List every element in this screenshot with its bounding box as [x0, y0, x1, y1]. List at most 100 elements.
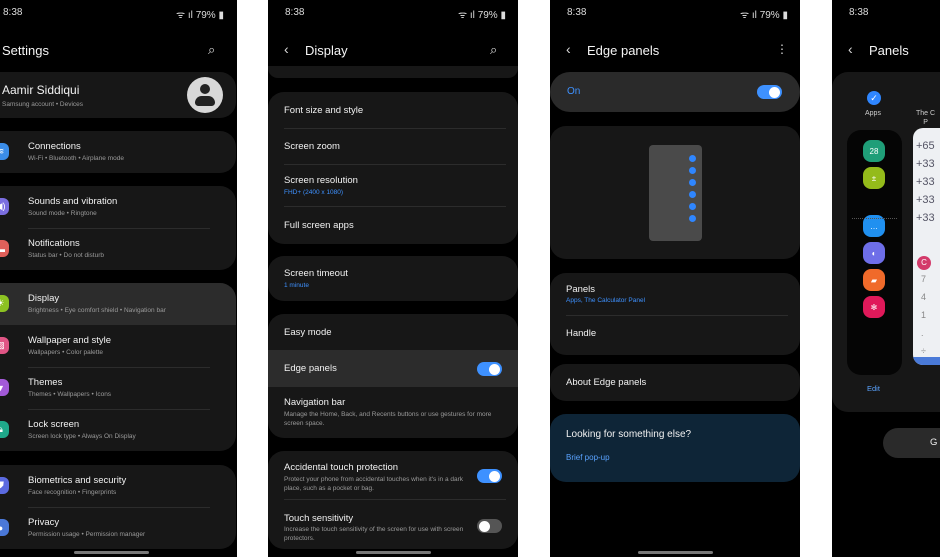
status-signal-battery: ᯤ ıl 79% ▮ [458, 10, 506, 21]
sidebar-item-connections[interactable]: ≋ Connections Wi-Fi • Bluetooth • Airpla… [0, 131, 236, 173]
button-label: G [930, 437, 938, 448]
wallpaper-icon: ▨ [0, 337, 9, 354]
profile-sub: Samsung account • Devices [2, 101, 84, 108]
sidebar-item-biometrics[interactable]: ⛊ Biometrics and security Face recogniti… [0, 465, 236, 507]
edge-panels-item[interactable]: Edge panels [268, 350, 518, 387]
item-label: Accidental touch protection [284, 462, 399, 473]
item-label: Screen zoom [284, 141, 340, 152]
sidebar-item-notifications[interactable]: ▬ Notifications Status bar • Do not dist… [0, 228, 236, 270]
item-value: 1 minute [284, 282, 309, 289]
flower-icon[interactable]: ✻ [863, 296, 885, 318]
status-time: 8:38 [285, 7, 305, 18]
handle-item[interactable]: Handle [550, 315, 800, 355]
search-icon[interactable]: ⌕ [208, 42, 215, 58]
brightness-icon: ☀ [0, 295, 9, 312]
item-label: Panels [566, 284, 596, 295]
edge-handle-dots [689, 155, 696, 222]
home-indicator[interactable] [638, 551, 713, 554]
item-label: Easy mode [284, 327, 332, 338]
item-label: Notifications [28, 238, 80, 249]
calculator-panel-label: The C P [916, 110, 936, 126]
about-edge-panels-item[interactable]: About Edge panels [550, 364, 800, 401]
panels-card: ✓ Apps The C P 28 ±… ◐ ▰ ✻ +65 +33 +33 +33 +33 C 7… [832, 72, 940, 412]
sidebar-item-lock-screen[interactable]: 🔒︎ Lock screen Screen lock type • Always… [0, 409, 236, 451]
screen-resolution-item[interactable]: Screen resolution FHD+ (2400 x 1080) [268, 164, 518, 206]
status-time: 8:38 [3, 7, 23, 18]
avatar[interactable] [187, 77, 223, 113]
page-title: Edge panels [587, 43, 660, 58]
calc-key[interactable]: 1 [921, 310, 926, 320]
sidebar-item-display[interactable]: ☀ Display Brightness • Eye comfort shiel… [0, 283, 236, 325]
shield-icon: ⛊ [0, 477, 9, 494]
item-label: Edge panels [284, 363, 337, 374]
accidental-touch-item[interactable]: Accidental touch protection Protect your… [268, 451, 518, 499]
sidebar-item-wallpaper[interactable]: ▨ Wallpaper and style Wallpapers • Color… [0, 325, 236, 367]
easy-mode-item[interactable]: Easy mode [268, 314, 518, 350]
navigation-bar-item[interactable]: Navigation bar Manage the Home, Back, an… [268, 387, 518, 438]
battery-level: 79% [195, 10, 216, 21]
profile-card[interactable]: Aamir Siddiqui Samsung account • Devices [0, 72, 236, 118]
display-group: ☀ Display Brightness • Eye comfort shiel… [0, 283, 236, 451]
home-indicator[interactable] [356, 551, 431, 554]
item-label: Biometrics and security [28, 475, 127, 486]
touch-sensitivity-item[interactable]: Touch sensitivity Increase the touch sen… [268, 499, 518, 549]
calc-key[interactable]: C [917, 256, 931, 270]
phone-preview-image [649, 145, 702, 241]
item-label: Privacy [28, 517, 60, 528]
item-label: Connections [28, 141, 81, 152]
edge-settings-group: Panels Apps, The Calculator Panel Handle [550, 273, 800, 355]
calc-history-row: +33 [916, 158, 935, 170]
notes-icon[interactable]: ▰ [863, 269, 885, 291]
sidebar-item-themes[interactable]: ▼ Themes Themes • Wallpapers • Icons [0, 367, 236, 409]
panels-screen: 8:38 ‹ Panels ✓ Apps The C P 28 ±… ◐ ▰ ✻ +65… [832, 0, 940, 557]
back-icon[interactable]: ‹ [566, 41, 571, 57]
lock-icon: 🔒︎ [0, 421, 9, 438]
internet-icon[interactable]: ◐ [863, 242, 885, 264]
item-label: Screen timeout [284, 268, 348, 279]
edge-panels-screen: 8:38 ᯤ ıl 79% ▮ ‹ Edge panels ⋮ On Panel… [550, 0, 800, 557]
item-sub: Themes • Wallpapers • Icons [28, 391, 112, 398]
panels-item[interactable]: Panels Apps, The Calculator Panel [550, 273, 800, 315]
brief-popup-link[interactable]: Brief pop-up [566, 453, 610, 462]
calc-key[interactable]: 7 [921, 274, 926, 284]
touch-sensitivity-toggle[interactable] [477, 519, 502, 533]
suggestion-card: Looking for something else? Brief pop-up [550, 414, 800, 482]
status-signal-battery: ᯤ ıl 79% ▮ [176, 10, 224, 21]
sidebar-item-privacy[interactable]: ● Privacy Permission usage • Permission … [0, 507, 236, 549]
display-group-2: Easy mode Edge panels Navigation bar Man… [268, 314, 518, 438]
scrolled-card-edge [268, 66, 518, 78]
search-icon[interactable]: ⌕ [490, 42, 497, 58]
checkmark-icon[interactable]: ✓ [867, 91, 881, 105]
more-options-icon[interactable]: ⋮ [776, 42, 788, 56]
home-indicator[interactable] [74, 551, 149, 554]
full-screen-apps-item[interactable]: Full screen apps [268, 206, 518, 244]
item-label: Screen resolution [284, 175, 358, 186]
screen-zoom-item[interactable]: Screen zoom [268, 128, 518, 164]
calc-key[interactable]: ÷ [921, 346, 926, 356]
sidebar-item-sounds[interactable]: ◀) Sounds and vibration Sound mode • Rin… [0, 186, 236, 228]
calc-key[interactable]: 4 [921, 292, 926, 302]
item-label: Navigation bar [284, 397, 346, 408]
calc-key[interactable]: . [921, 328, 924, 338]
accidental-touch-toggle[interactable] [477, 469, 502, 483]
edge-panels-toggle[interactable] [477, 362, 502, 376]
gallery-button[interactable]: G [883, 428, 940, 458]
item-label: Sounds and vibration [28, 196, 118, 207]
calculator-panel-preview[interactable]: +65 +33 +33 +33 +33 C 7 4 1. ÷ [913, 128, 940, 365]
calculator-icon[interactable]: ± [863, 167, 885, 189]
calendar-icon[interactable]: 28 [863, 140, 885, 162]
screen-timeout-item[interactable]: Screen timeout 1 minute [268, 256, 518, 301]
calc-history-row: +33 [916, 212, 935, 224]
profile-name: Aamir Siddiqui [2, 83, 80, 97]
back-icon[interactable]: ‹ [848, 41, 853, 57]
status-time: 8:38 [849, 7, 869, 18]
font-size-item[interactable]: Font size and style [268, 92, 518, 128]
back-icon[interactable]: ‹ [284, 41, 289, 57]
battery-level: 79% [477, 10, 498, 21]
item-sub: Wi-Fi • Bluetooth • Airplane mode [28, 155, 124, 162]
edge-panels-master-toggle[interactable] [757, 85, 782, 99]
edit-link[interactable]: Edit [867, 384, 880, 393]
apps-panel-preview[interactable]: 28 ±… ◐ ▰ ✻ [847, 130, 902, 375]
master-switch-bar[interactable]: On [550, 72, 800, 112]
volume-icon: ◀) [0, 198, 9, 215]
